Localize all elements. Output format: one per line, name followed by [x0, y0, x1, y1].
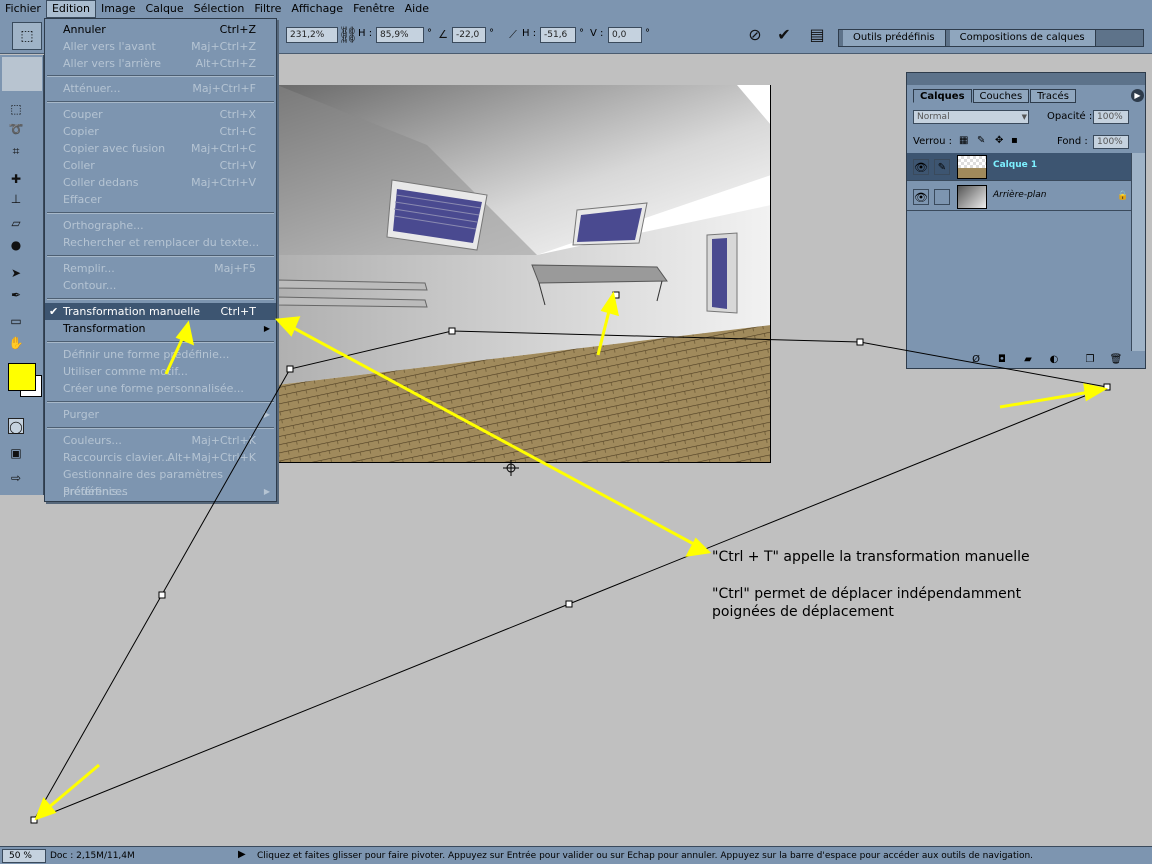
annotation-text-line-3: poignées de déplacement [712, 604, 894, 620]
doc-size-info[interactable]: Doc : 2,15M/11,4M [50, 849, 236, 863]
status-bar: 50 % Doc : 2,15M/11,4M ▶ Cliquez et fait… [0, 846, 1152, 864]
transform-bounding-box [32, 330, 1108, 822]
annotation-text-line-1: "Ctrl + T" appelle la transformation man… [712, 549, 1030, 565]
transform-overlay [30, 291, 1111, 824]
annotation-arrow [274, 316, 712, 557]
annotation-arrow [164, 320, 195, 375]
annotation-arrow [34, 763, 100, 821]
annotation-arrow [596, 291, 619, 356]
zoom-field[interactable]: 50 % [2, 849, 46, 863]
transform-handle[interactable] [856, 338, 864, 346]
status-hint-text: Cliquez et faites glisser pour faire piv… [257, 851, 1034, 861]
transform-handle[interactable] [448, 327, 456, 335]
annotation-text-line-2: "Ctrl" permet de déplacer indépendamment [712, 586, 1022, 602]
annotation-arrow [999, 383, 1109, 409]
rotation-center-icon[interactable] [503, 460, 519, 476]
transform-handle[interactable] [565, 600, 573, 608]
transform-handle[interactable] [158, 591, 166, 599]
transform-handle[interactable] [286, 365, 294, 373]
status-menu-arrow-icon[interactable]: ▶ [238, 849, 246, 860]
